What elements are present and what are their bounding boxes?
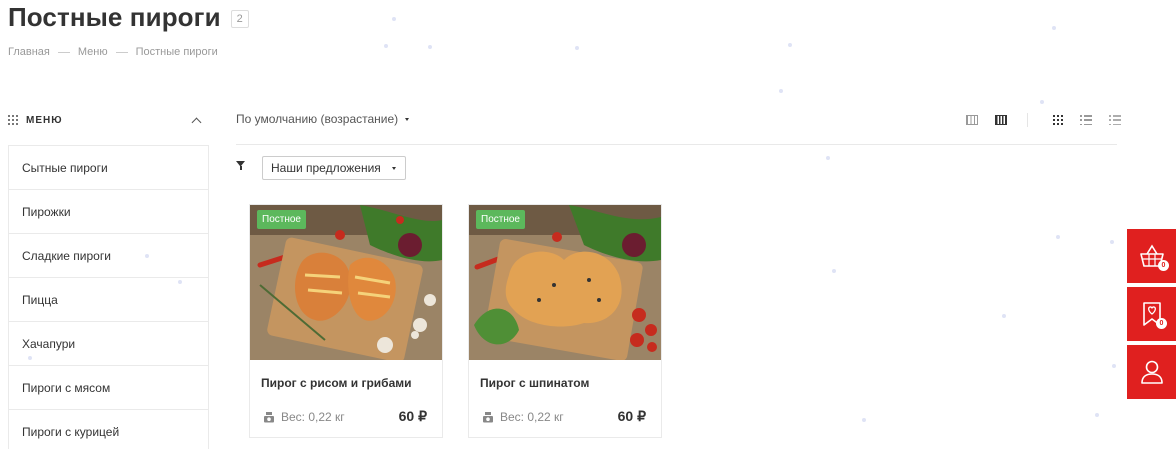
breadcrumb-home[interactable]: Главная — [8, 46, 50, 58]
view-switcher — [949, 113, 1121, 127]
breadcrumb-separator — [57, 51, 70, 53]
cart-count: 0 — [1158, 260, 1169, 271]
decor-dot — [575, 46, 579, 50]
decor-dot — [1002, 314, 1006, 318]
product-weight: Вес: 0,22 кг — [482, 410, 564, 424]
decor-dot — [1112, 364, 1116, 368]
caret-down-icon — [391, 166, 396, 170]
product-weight: Вес: 0,22 кг — [263, 410, 345, 424]
product-name[interactable]: Пирог с шпинатом — [480, 376, 589, 390]
product-image[interactable]: Постное — [250, 205, 442, 360]
menu-grid-icon — [8, 115, 18, 125]
decor-dot — [384, 44, 388, 48]
decor-dot — [392, 17, 396, 21]
product-card[interactable]: Постное Пирог с шпинатом Вес: 0,22 кг 60… — [468, 204, 662, 438]
chevron-up-icon[interactable] — [191, 117, 202, 127]
sidebar-item-meat-pies[interactable]: Пироги с мясом — [9, 366, 208, 410]
user-icon — [1140, 360, 1163, 384]
sort-select[interactable]: По умолчанию (возрастание) — [236, 112, 410, 126]
decor-dot — [1040, 100, 1044, 104]
sidebar-item-sweet-pies[interactable]: Сладкие пироги — [9, 234, 208, 278]
favorites-button[interactable]: 0 — [1127, 287, 1176, 341]
decor-dot — [779, 89, 783, 93]
product-price: 60 ₽ — [617, 408, 646, 424]
product-weight-text: Вес: 0,22 кг — [281, 410, 345, 424]
decor-dot — [862, 418, 866, 422]
breadcrumb-separator — [115, 51, 128, 53]
product-card[interactable]: Постное Пирог с рисом и грибами Вес: 0,2… — [249, 204, 443, 438]
scale-icon — [483, 412, 493, 423]
price-list-icon[interactable] — [1109, 115, 1121, 125]
sort-select-label: По умолчанию (возрастание) — [236, 112, 399, 126]
filter-icon[interactable] — [236, 161, 245, 170]
sidebar-menu-list: Сытные пироги Пирожки Сладкие пироги Пиц… — [8, 145, 209, 449]
sidebar-item-hearty-pies[interactable]: Сытные пироги — [9, 146, 208, 190]
decor-dot — [826, 156, 830, 160]
decor-dot — [788, 43, 792, 47]
decor-dot — [832, 269, 836, 273]
decor-dot — [428, 45, 432, 49]
scale-icon — [264, 412, 274, 423]
breadcrumb: Главная Меню Постные пироги — [8, 46, 218, 58]
decor-dot — [1095, 413, 1099, 417]
decor-dot — [1110, 240, 1114, 244]
toolbar-divider — [236, 144, 1117, 145]
grid-view-icon[interactable] — [1053, 115, 1063, 125]
sidebar-header-label: МЕНЮ — [26, 114, 63, 126]
list-view-icon[interactable] — [1080, 115, 1092, 125]
sidebar-menu-toggle[interactable]: МЕНЮ — [8, 110, 208, 130]
product-image[interactable]: Постное — [469, 205, 661, 360]
breadcrumb-current: Постные пироги — [135, 46, 218, 58]
caret-down-icon — [405, 117, 410, 121]
offers-filter-select[interactable]: Наши предложения — [262, 156, 406, 180]
sidebar-item-chicken-pies[interactable]: Пироги с курицей — [9, 410, 208, 449]
favorites-count: 0 — [1156, 318, 1167, 329]
product-weight-text: Вес: 0,22 кг — [500, 410, 564, 424]
decor-dot — [1056, 235, 1060, 239]
sidebar-item-pizza[interactable]: Пицца — [9, 278, 208, 322]
decor-dot — [1052, 26, 1056, 30]
page-title: Постные пироги — [8, 2, 221, 32]
product-name[interactable]: Пирог с рисом и грибами — [261, 376, 412, 390]
sidebar-item-pirozhki[interactable]: Пирожки — [9, 190, 208, 234]
product-price: 60 ₽ — [398, 408, 427, 424]
account-button[interactable] — [1127, 345, 1176, 399]
view-separator — [1027, 113, 1028, 127]
product-count-badge: 2 — [230, 9, 249, 28]
lenten-badge: Постное — [476, 210, 525, 229]
title-row: Постные пироги 2 — [8, 2, 249, 33]
cart-button[interactable]: 0 — [1127, 229, 1176, 283]
breadcrumb-menu[interactable]: Меню — [78, 46, 108, 58]
sidebar-item-khachapuri[interactable]: Хачапури — [9, 322, 208, 366]
offers-filter-label: Наши предложения — [271, 161, 381, 175]
view-table-icon[interactable] — [966, 115, 978, 125]
lenten-badge: Постное — [257, 210, 306, 229]
view-block-icon[interactable] — [995, 115, 1007, 125]
